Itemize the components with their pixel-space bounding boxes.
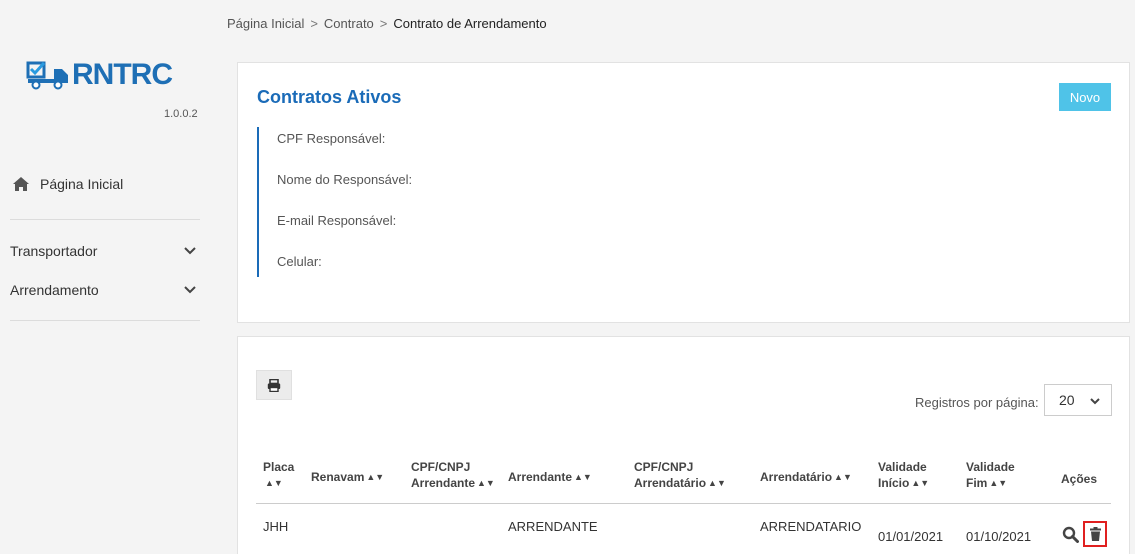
sort-icon: ▲▼ bbox=[366, 472, 385, 482]
sidebar-item-label: Transportador bbox=[10, 243, 98, 259]
search-icon[interactable] bbox=[1062, 526, 1079, 543]
header-text: Ações bbox=[1061, 472, 1098, 486]
column-header-cpf-arrendatario[interactable]: CPF/CNPJ Arrendatário ▲▼ bbox=[634, 459, 726, 491]
column-header-acoes: Ações bbox=[1061, 471, 1097, 487]
per-page-label: Registros por página: bbox=[915, 395, 1039, 410]
cell-validade-fim: 01/10/2021 bbox=[966, 529, 1032, 544]
table-panel: Registros por página: 20 Placa ▲▼ Renava… bbox=[237, 336, 1130, 554]
header-text: Arrendante bbox=[508, 470, 573, 484]
sidebar: RNTRC 1.0.0.2 Página Inicial Transportad… bbox=[0, 0, 212, 554]
breadcrumb-home[interactable]: Página Inicial bbox=[227, 16, 304, 31]
panel-title: Contratos Ativos bbox=[257, 87, 402, 107]
delete-button[interactable] bbox=[1083, 521, 1107, 547]
sidebar-item-home[interactable]: Página Inicial bbox=[10, 176, 123, 192]
sort-icon: ▲▼ bbox=[989, 478, 1008, 488]
chevron-down-icon bbox=[184, 286, 196, 294]
sidebar-item-home-label: Página Inicial bbox=[40, 176, 124, 192]
cpf-responsavel-label: CPF Responsável: bbox=[277, 131, 386, 146]
cell-placa: JHH bbox=[263, 519, 289, 534]
sidebar-item-transportador[interactable]: Transportador bbox=[10, 243, 196, 259]
header-text: Arrendatário bbox=[760, 470, 833, 484]
column-header-renavam[interactable]: Renavam ▲▼ bbox=[311, 469, 384, 485]
chevron-down-icon bbox=[184, 247, 196, 255]
breadcrumb-separator: > bbox=[379, 16, 388, 31]
truck-check-icon bbox=[26, 61, 68, 90]
email-responsavel-label: E-mail Responsável: bbox=[277, 213, 397, 228]
celular-label: Celular: bbox=[277, 254, 322, 269]
header-text: Validade bbox=[966, 460, 1015, 474]
sort-icon: ▲▼ bbox=[708, 478, 726, 488]
per-page-select[interactable]: 20 bbox=[1044, 384, 1112, 416]
nome-responsavel-label: Nome do Responsável: bbox=[277, 172, 413, 187]
header-text: CPF/CNPJ bbox=[411, 460, 471, 474]
header-text: Início bbox=[878, 476, 910, 490]
column-header-cpf-arrendante[interactable]: CPF/CNPJ Arrendante ▲▼ bbox=[411, 459, 495, 491]
per-page-value: 20 bbox=[1059, 392, 1075, 408]
home-icon bbox=[13, 177, 29, 191]
breadcrumb-contrato[interactable]: Contrato bbox=[324, 16, 374, 31]
sort-icon: ▲▼ bbox=[574, 472, 592, 482]
row-actions bbox=[1062, 521, 1107, 547]
cell-arrendatario: ARRENDATARIO bbox=[760, 519, 862, 534]
sort-icon: ▲▼ bbox=[477, 478, 495, 488]
header-text: CPF/CNPJ bbox=[634, 460, 694, 474]
header-text: Validade bbox=[878, 460, 927, 474]
cell-arrendante: ARRENDANTE bbox=[508, 519, 598, 534]
header-text: Fim bbox=[966, 476, 988, 490]
breadcrumb-separator: > bbox=[310, 16, 318, 31]
sidebar-divider bbox=[10, 219, 200, 220]
column-header-validade-fim[interactable]: Validade Fim ▲▼ bbox=[966, 459, 1015, 491]
cell-validade-inicio: 01/01/2021 bbox=[878, 529, 944, 544]
contracts-panel: Contratos Ativos Novo CPF Responsável: N… bbox=[237, 62, 1130, 323]
new-button[interactable]: Novo bbox=[1059, 83, 1111, 111]
column-header-arrendante[interactable]: Arrendante ▲▼ bbox=[508, 469, 592, 485]
logo: RNTRC bbox=[26, 58, 173, 92]
sidebar-item-arrendamento[interactable]: Arrendamento bbox=[10, 282, 196, 298]
trash-icon bbox=[1089, 527, 1101, 541]
column-header-arrendatario[interactable]: Arrendatário ▲▼ bbox=[760, 469, 852, 485]
breadcrumb-current: Contrato de Arrendamento bbox=[393, 16, 547, 31]
responsible-info: CPF Responsável: Nome do Responsável: E-… bbox=[257, 127, 412, 277]
table-header-divider bbox=[256, 503, 1111, 504]
version-label: 1.0.0.2 bbox=[164, 108, 198, 120]
logo-text: RNTRC bbox=[72, 58, 173, 91]
header-text: Arrendante bbox=[411, 476, 476, 490]
sort-icon: ▲▼ bbox=[911, 478, 930, 488]
header-text: Renavam bbox=[311, 470, 365, 484]
breadcrumb: Página Inicial > Contrato > Contrato de … bbox=[227, 16, 547, 31]
print-icon bbox=[267, 378, 281, 392]
chevron-down-icon bbox=[1090, 398, 1100, 405]
column-header-placa[interactable]: Placa ▲▼ bbox=[263, 459, 294, 491]
sidebar-divider bbox=[10, 320, 200, 321]
sort-icon: ▲▼ bbox=[265, 478, 283, 488]
column-header-validade-inicio[interactable]: Validade Início ▲▼ bbox=[878, 459, 929, 491]
header-text: Arrendatário bbox=[634, 476, 707, 490]
print-button[interactable] bbox=[256, 370, 292, 400]
sort-icon: ▲▼ bbox=[834, 472, 852, 482]
sidebar-item-label: Arrendamento bbox=[10, 282, 99, 298]
header-text: Placa bbox=[263, 460, 295, 474]
